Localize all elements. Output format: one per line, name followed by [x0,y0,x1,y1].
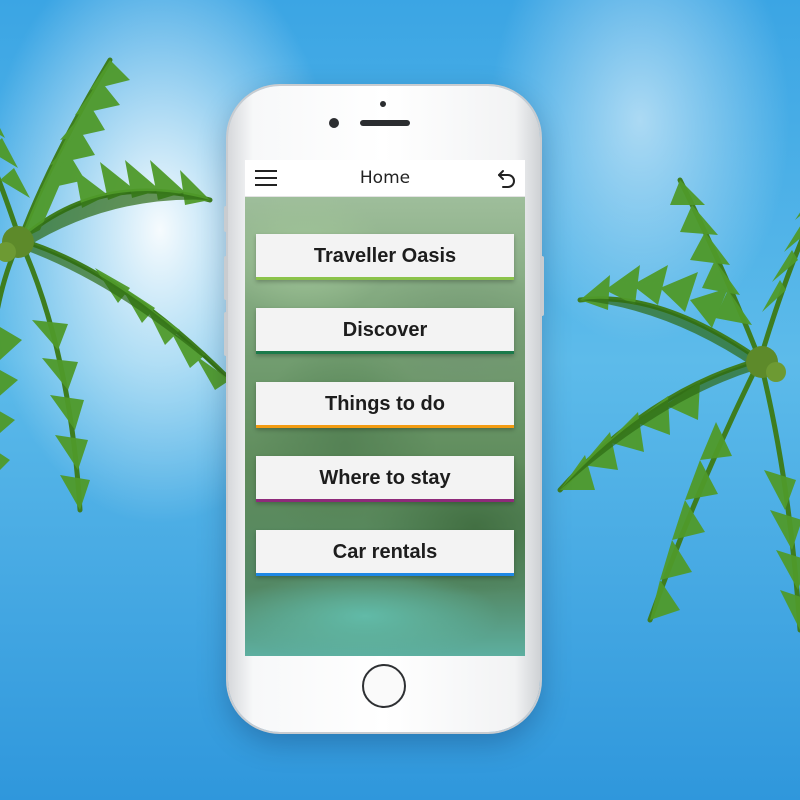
undo-arrow-icon[interactable] [497,167,517,189]
hamburger-menu-icon[interactable] [255,168,277,188]
menu-button-where-to-stay[interactable]: Where to stay [256,456,514,502]
phone-side-button [224,206,228,232]
menu-button-car-rentals[interactable]: Car rentals [256,530,514,576]
phone-volume-down-button [224,312,228,356]
palm-tree-left-image [0,57,233,513]
phone-sensor [380,101,386,107]
phone-power-button [540,256,544,316]
palm-tree-right-image [557,177,800,633]
phone-volume-up-button [224,256,228,300]
menu-button-discover[interactable]: Discover [256,308,514,354]
menu-button-traveller-oasis[interactable]: Traveller Oasis [256,234,514,280]
app-header: Home [245,160,525,197]
page-title: Home [359,168,411,188]
menu-button-things-to-do[interactable]: Things to do [256,382,514,428]
home-button[interactable] [362,664,406,708]
main-menu: Traveller Oasis Discover Things to do Wh… [256,234,514,604]
app-screen: Home Traveller Oasis Discover Things to … [245,160,525,656]
front-camera-icon [329,118,339,128]
phone-speaker [360,120,410,126]
